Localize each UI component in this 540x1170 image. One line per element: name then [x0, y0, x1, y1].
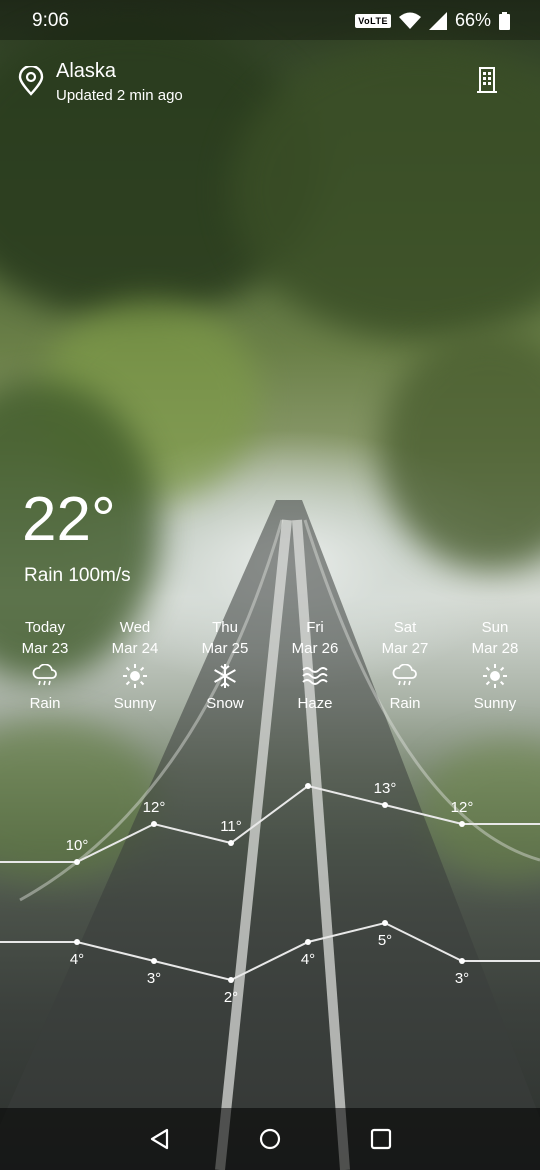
- temperature-label: 4°: [301, 951, 315, 968]
- location-pin-icon: [18, 66, 44, 96]
- forecast-condition: Sunny: [113, 695, 157, 712]
- temperature-label: 11°: [220, 818, 242, 835]
- recents-square-icon[interactable]: [368, 1126, 394, 1152]
- forecast-date: Mar 26: [291, 640, 339, 657]
- forecast-day[interactable]: Thu Mar 25 Snow: [180, 617, 270, 714]
- forecast-condition: Rain: [389, 695, 421, 712]
- volte-badge: VoLTE: [355, 13, 391, 28]
- forecast-date: Mar 27: [381, 640, 429, 657]
- temperature-point: [382, 920, 388, 926]
- forecast-date: Mar 25: [201, 640, 249, 657]
- temperature-point: [74, 859, 80, 865]
- current-temperature: 22°: [22, 485, 116, 554]
- temperature-point: [305, 783, 311, 789]
- signal-icon: [428, 11, 447, 30]
- rain-cloud-icon: [392, 664, 417, 686]
- forecast-day[interactable]: Today Mar 23 Rain: [0, 617, 90, 714]
- temperature-label: 3°: [455, 970, 469, 987]
- city-building-icon[interactable]: [476, 66, 498, 94]
- status-time: 9:06: [32, 10, 69, 31]
- temperature-point: [459, 821, 465, 827]
- temperature-label: 4°: [70, 951, 84, 968]
- forecast-day[interactable]: Fri Mar 26 Haze: [270, 617, 360, 714]
- forecast-date: Mar 28: [471, 640, 519, 657]
- temperature-point: [74, 939, 80, 945]
- sun-icon: [123, 664, 147, 688]
- temperature-point: [151, 958, 157, 964]
- temperature-point: [228, 840, 234, 846]
- forecast-day[interactable]: Sat Mar 27 Rain: [360, 617, 450, 714]
- temperature-label: 5°: [378, 932, 392, 949]
- forecast-date: Mar 24: [111, 640, 159, 657]
- battery-icon: [499, 11, 510, 30]
- forecast-day-name: Sat: [393, 619, 417, 636]
- battery-percent: 66%: [454, 10, 491, 30]
- forecast-condition: Sunny: [473, 695, 517, 712]
- temperature-point: [228, 977, 234, 983]
- temperature-label: 12°: [143, 799, 166, 816]
- temperature-label: 13°: [374, 780, 397, 797]
- temperature-point: [459, 958, 465, 964]
- forecast-day-name: Today: [24, 619, 66, 636]
- forecast-date: Mar 23: [21, 640, 69, 657]
- wifi-icon: [398, 12, 421, 29]
- temperature-label: 2°: [224, 989, 238, 1006]
- forecast-day-name: Thu: [212, 619, 238, 636]
- back-triangle-icon[interactable]: [147, 1126, 173, 1152]
- temperature-point: [151, 821, 157, 827]
- temperature-label: 12°: [451, 799, 474, 816]
- forecast-day[interactable]: Wed Mar 24 Sunny: [90, 617, 180, 714]
- city-name: Alaska: [56, 60, 117, 82]
- forecast-condition: Snow: [206, 695, 244, 712]
- home-circle-icon[interactable]: [257, 1126, 283, 1152]
- rain-cloud-icon: [32, 664, 57, 686]
- updated-time: Updated 2 min ago: [56, 87, 183, 104]
- status-bar: 9:06 VoLTE 66%: [0, 0, 540, 40]
- temperature-label: 3°: [147, 970, 161, 987]
- haze-icon: [302, 667, 328, 685]
- forecast-day-name: Wed: [119, 619, 151, 636]
- navigation-bar: [0, 1108, 540, 1170]
- temperature-point: [382, 802, 388, 808]
- forecast-condition: Haze: [297, 695, 333, 712]
- forecast-day-name: Fri: [306, 619, 324, 636]
- temperature-label: 10°: [66, 837, 89, 854]
- temperature-chart: 10°12°11°14°13°12°4°3°2°4°5°3°: [0, 780, 540, 1006]
- forecast-condition: Rain: [29, 695, 61, 712]
- current-condition: Rain 100m/s: [24, 565, 131, 586]
- forecast-day[interactable]: Sun Mar 28 Sunny: [450, 617, 540, 714]
- location-header[interactable]: Alaska Updated 2 min ago: [18, 60, 183, 104]
- forecast-day-name: Sun: [481, 619, 509, 636]
- sun-icon: [483, 664, 507, 688]
- snowflake-icon: [214, 664, 236, 688]
- temperature-point: [305, 939, 311, 945]
